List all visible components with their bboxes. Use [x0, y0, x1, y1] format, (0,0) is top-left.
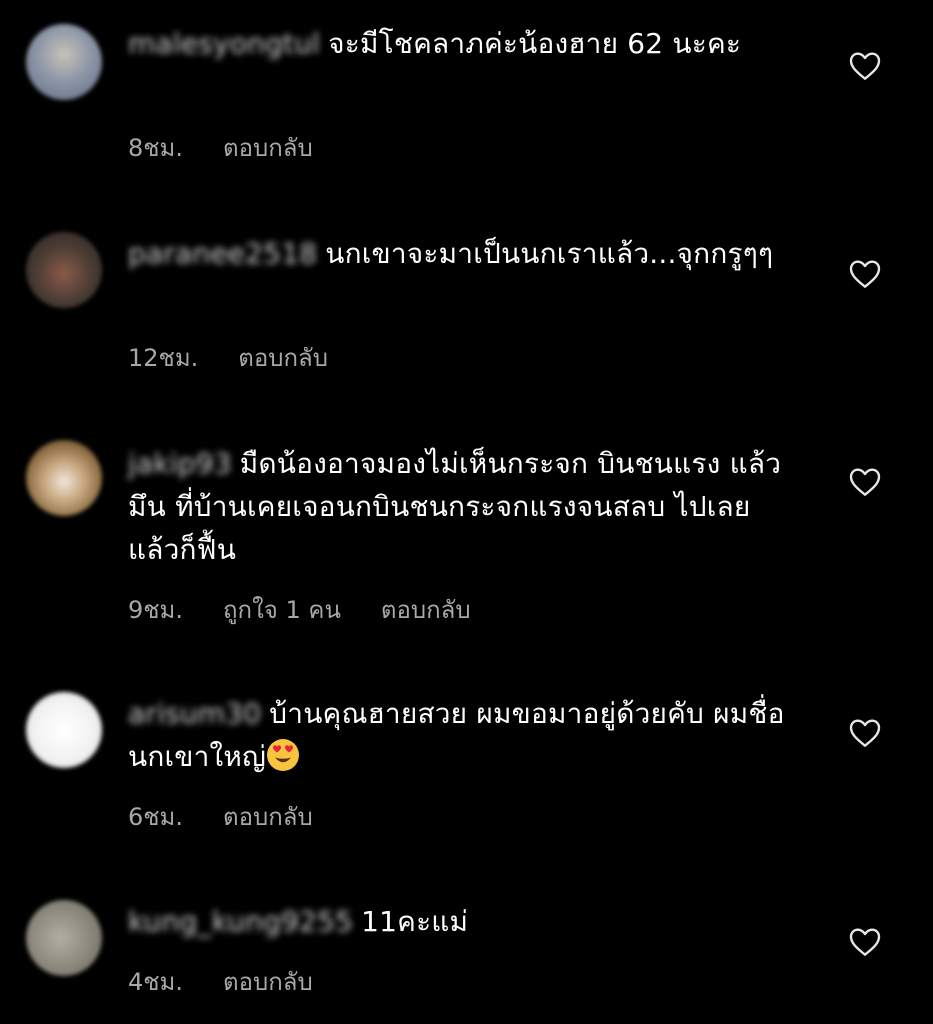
comment-time: 4ชม. [128, 968, 184, 996]
reply-button[interactable]: ตอบกลับ [238, 338, 328, 377]
comment-meta: 12ชม. ตอบกลับ [128, 338, 328, 377]
reply-button[interactable]: ตอบกลับ [223, 962, 313, 1001]
comment-meta: 9ชม. ถูกใจ 1 คน ตอบกลับ [128, 590, 471, 629]
comment-meta: 6ชม. ตอบกลับ [128, 797, 313, 836]
avatar[interactable] [26, 692, 102, 768]
comment-body: kung_kung9255 11คะแม่ [128, 900, 808, 943]
heart-outline-icon[interactable] [849, 718, 881, 748]
avatar[interactable] [26, 232, 102, 308]
comment-text: 11คะแม่ [361, 905, 469, 938]
avatar[interactable] [26, 440, 102, 516]
comment-username[interactable]: jakip93 [128, 447, 232, 480]
heart-outline-icon[interactable] [849, 467, 881, 497]
comment-username[interactable]: kung_kung9255 [128, 905, 353, 938]
comment-username[interactable]: paranee2518 [128, 237, 317, 270]
heart-eyes-emoji [267, 739, 300, 771]
comment-meta: 4ชม. ตอบกลับ [128, 962, 313, 1001]
comment-body: paranee2518 นกเขาจะมาเป็นนกเราแล้ว...จุกก… [128, 232, 808, 275]
comment-text: นกเขาจะมาเป็นนกเราแล้ว...จุกกรูๆๆ [325, 237, 774, 270]
comment-time: 12ชม. [128, 344, 199, 372]
comment-text: จะมีโชคลาภค่ะน้องฮาย 62 นะคะ [328, 27, 742, 60]
comment-body: malesyongtul จะมีโชคลาภค่ะน้องฮาย 62 นะคะ [128, 22, 808, 65]
reply-button[interactable]: ตอบกลับ [223, 128, 313, 167]
likes-count[interactable]: ถูกใจ 1 คน [223, 590, 341, 629]
comment-body: jakip93 มืดน้องอาจมองไม่เห็นกระจก บินชนแร… [128, 442, 808, 571]
avatar[interactable] [26, 24, 102, 100]
comment-body: arisum30 บ้านคุณฮายสวย ผมขอมาอยู่ด้วยคับ … [128, 692, 808, 778]
comment-time: 9ชม. [128, 596, 184, 624]
comment-username[interactable]: arisum30 [128, 697, 261, 730]
heart-outline-icon[interactable] [849, 51, 881, 81]
comment-time: 6ชม. [128, 803, 184, 831]
heart-outline-icon[interactable] [849, 927, 881, 957]
comment-username[interactable]: malesyongtul [128, 27, 320, 60]
reply-button[interactable]: ตอบกลับ [223, 797, 313, 836]
reply-button[interactable]: ตอบกลับ [381, 590, 471, 629]
avatar[interactable] [26, 900, 102, 976]
comment-meta: 8ชม. ตอบกลับ [128, 128, 313, 167]
comment-time: 8ชม. [128, 134, 184, 162]
heart-outline-icon[interactable] [849, 259, 881, 289]
